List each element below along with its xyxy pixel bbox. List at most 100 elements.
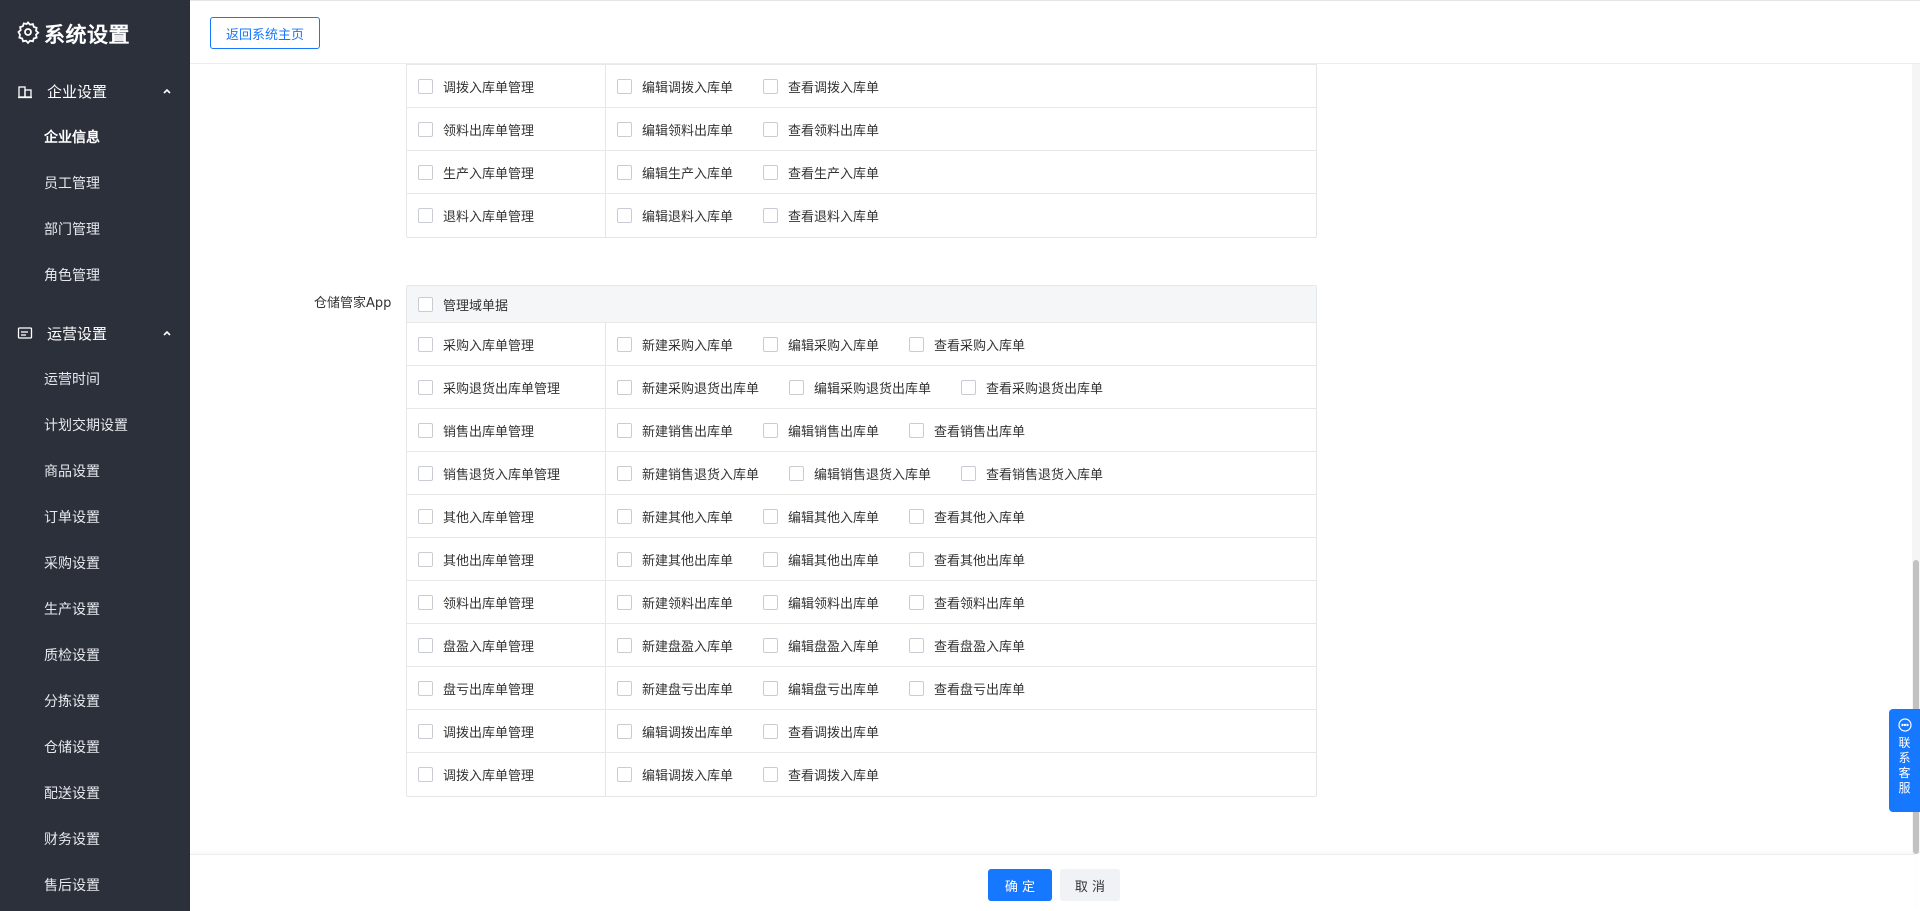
checkbox[interactable] xyxy=(617,680,632,696)
checkbox[interactable] xyxy=(418,680,433,696)
sidebar-item-departments[interactable]: 部门管理 xyxy=(0,206,190,252)
checkbox-option[interactable]: 查看采购入库单 xyxy=(909,335,1025,354)
checkbox[interactable] xyxy=(418,164,433,180)
cancel-button[interactable]: 取 消 xyxy=(1060,869,1120,901)
checkbox-option[interactable]: 查看退料入库单 xyxy=(763,206,879,225)
checkbox[interactable] xyxy=(909,508,925,524)
checkbox[interactable] xyxy=(763,551,779,567)
checkbox-option[interactable]: 编辑调拨入库单 xyxy=(617,765,733,784)
checkbox[interactable] xyxy=(418,508,433,524)
checkbox-option[interactable]: 查看销售出库单 xyxy=(909,421,1025,440)
checkbox-option[interactable]: 查看销售退货入库单 xyxy=(961,464,1103,483)
checkbox[interactable] xyxy=(617,379,632,395)
checkbox-option[interactable]: 销售出库单管理 xyxy=(418,421,534,440)
checkbox[interactable] xyxy=(617,164,632,180)
checkbox[interactable] xyxy=(418,767,433,782)
checkbox-option[interactable]: 查看其他出库单 xyxy=(909,550,1025,569)
checkbox[interactable] xyxy=(418,296,433,312)
checkbox[interactable] xyxy=(763,723,779,739)
checkbox[interactable] xyxy=(763,680,779,696)
checkbox[interactable] xyxy=(909,594,925,610)
checkbox-option[interactable]: 新建其他出库单 xyxy=(617,550,733,569)
checkbox-option[interactable]: 其他入库单管理 xyxy=(418,507,534,526)
sidebar-item-quality[interactable]: 质检设置 xyxy=(0,632,190,678)
checkbox[interactable] xyxy=(617,208,632,223)
checkbox[interactable] xyxy=(418,208,433,223)
checkbox[interactable] xyxy=(418,465,433,481)
checkbox[interactable] xyxy=(418,121,433,137)
checkbox-option[interactable]: 查看调拨入库单 xyxy=(763,77,879,96)
checkbox-option[interactable]: 退料入库单管理 xyxy=(418,206,534,225)
checkbox-option[interactable]: 编辑销售出库单 xyxy=(763,421,879,440)
checkbox[interactable] xyxy=(418,594,433,610)
checkbox-option[interactable]: 调拨出库单管理 xyxy=(418,722,534,741)
checkbox-option[interactable]: 查看领料出库单 xyxy=(909,593,1025,612)
checkbox-option[interactable]: 查看调拨出库单 xyxy=(763,722,879,741)
checkbox[interactable] xyxy=(961,379,977,395)
checkbox-option[interactable]: 编辑销售退货入库单 xyxy=(789,464,931,483)
checkbox[interactable] xyxy=(617,767,632,782)
checkbox-option[interactable]: 其他出库单管理 xyxy=(418,550,534,569)
confirm-button[interactable]: 确 定 xyxy=(988,869,1052,901)
nav-group-enterprise[interactable]: 企业设置 xyxy=(0,68,190,114)
checkbox-option[interactable]: 编辑其他入库单 xyxy=(763,507,879,526)
sidebar-item-staff[interactable]: 员工管理 xyxy=(0,160,190,206)
checkbox[interactable] xyxy=(763,422,779,438)
sidebar-item-delivery-plan[interactable]: 计划交期设置 xyxy=(0,402,190,448)
checkbox-option[interactable]: 查看调拨入库单 xyxy=(763,765,879,784)
checkbox-option[interactable]: 编辑生产入库单 xyxy=(617,163,733,182)
checkbox-option[interactable]: 新建其他入库单 xyxy=(617,507,733,526)
checkbox[interactable] xyxy=(617,594,632,610)
checkbox[interactable] xyxy=(617,637,632,653)
checkbox[interactable] xyxy=(961,465,977,481)
checkbox[interactable] xyxy=(617,121,632,137)
checkbox[interactable] xyxy=(418,422,433,438)
checkbox[interactable] xyxy=(418,379,433,395)
checkbox-option[interactable]: 查看采购退货出库单 xyxy=(961,378,1103,397)
checkbox[interactable] xyxy=(763,508,779,524)
checkbox-option[interactable]: 编辑盘亏出库单 xyxy=(763,679,879,698)
checkbox-option[interactable]: 查看领料出库单 xyxy=(763,120,879,139)
checkbox[interactable] xyxy=(763,594,779,610)
contact-support-button[interactable]: 联系客服 xyxy=(1889,709,1920,812)
sidebar-item-finance[interactable]: 财务设置 xyxy=(0,816,190,862)
checkbox-option[interactable]: 编辑调拨出库单 xyxy=(617,722,733,741)
checkbox[interactable] xyxy=(418,336,433,352)
checkbox[interactable] xyxy=(909,336,925,352)
checkbox[interactable] xyxy=(617,422,632,438)
checkbox-option[interactable]: 查看盘盈入库单 xyxy=(909,636,1025,655)
checkbox[interactable] xyxy=(617,336,632,352)
sidebar-item-roles[interactable]: 角色管理 xyxy=(0,252,190,298)
checkbox-option[interactable]: 调拨入库单管理 xyxy=(418,765,534,784)
checkbox-option[interactable]: 编辑领料出库单 xyxy=(763,593,879,612)
checkbox[interactable] xyxy=(763,208,779,223)
sidebar-item-products[interactable]: 商品设置 xyxy=(0,448,190,494)
checkbox-option[interactable]: 新建领料出库单 xyxy=(617,593,733,612)
checkbox-option[interactable]: 查看其他入库单 xyxy=(909,507,1025,526)
checkbox-option[interactable]: 编辑退料入库单 xyxy=(617,206,733,225)
checkbox[interactable] xyxy=(763,121,779,137)
sidebar-item-sorting[interactable]: 分拣设置 xyxy=(0,678,190,724)
checkbox-option[interactable]: 编辑领料出库单 xyxy=(617,120,733,139)
sidebar-item-purchasing[interactable]: 采购设置 xyxy=(0,540,190,586)
sidebar-item-orders[interactable]: 订单设置 xyxy=(0,494,190,540)
checkbox[interactable] xyxy=(418,723,433,739)
checkbox[interactable] xyxy=(617,508,632,524)
checkbox-option[interactable]: 领料出库单管理 xyxy=(418,120,534,139)
checkbox[interactable] xyxy=(763,78,779,94)
checkbox-option[interactable]: 新建盘盈入库单 xyxy=(617,636,733,655)
checkbox-option[interactable]: 生产入库单管理 xyxy=(418,163,534,182)
sidebar-item-warehouse[interactable]: 仓储设置 xyxy=(0,724,190,770)
checkbox-option[interactable]: 编辑调拨入库单 xyxy=(617,77,733,96)
checkbox-option[interactable]: 查看盘亏出库单 xyxy=(909,679,1025,698)
nav-group-operations[interactable]: 运营设置 xyxy=(0,310,190,356)
checkbox[interactable] xyxy=(909,637,925,653)
checkbox[interactable] xyxy=(418,637,433,653)
checkbox-option[interactable]: 采购退货出库单管理 xyxy=(418,378,560,397)
checkbox[interactable] xyxy=(909,680,925,696)
checkbox-option[interactable]: 采购入库单管理 xyxy=(418,335,534,354)
checkbox-option[interactable]: 管理域单据 xyxy=(418,295,508,314)
checkbox[interactable] xyxy=(617,465,632,481)
checkbox[interactable] xyxy=(909,422,925,438)
checkbox-option[interactable]: 新建采购入库单 xyxy=(617,335,733,354)
